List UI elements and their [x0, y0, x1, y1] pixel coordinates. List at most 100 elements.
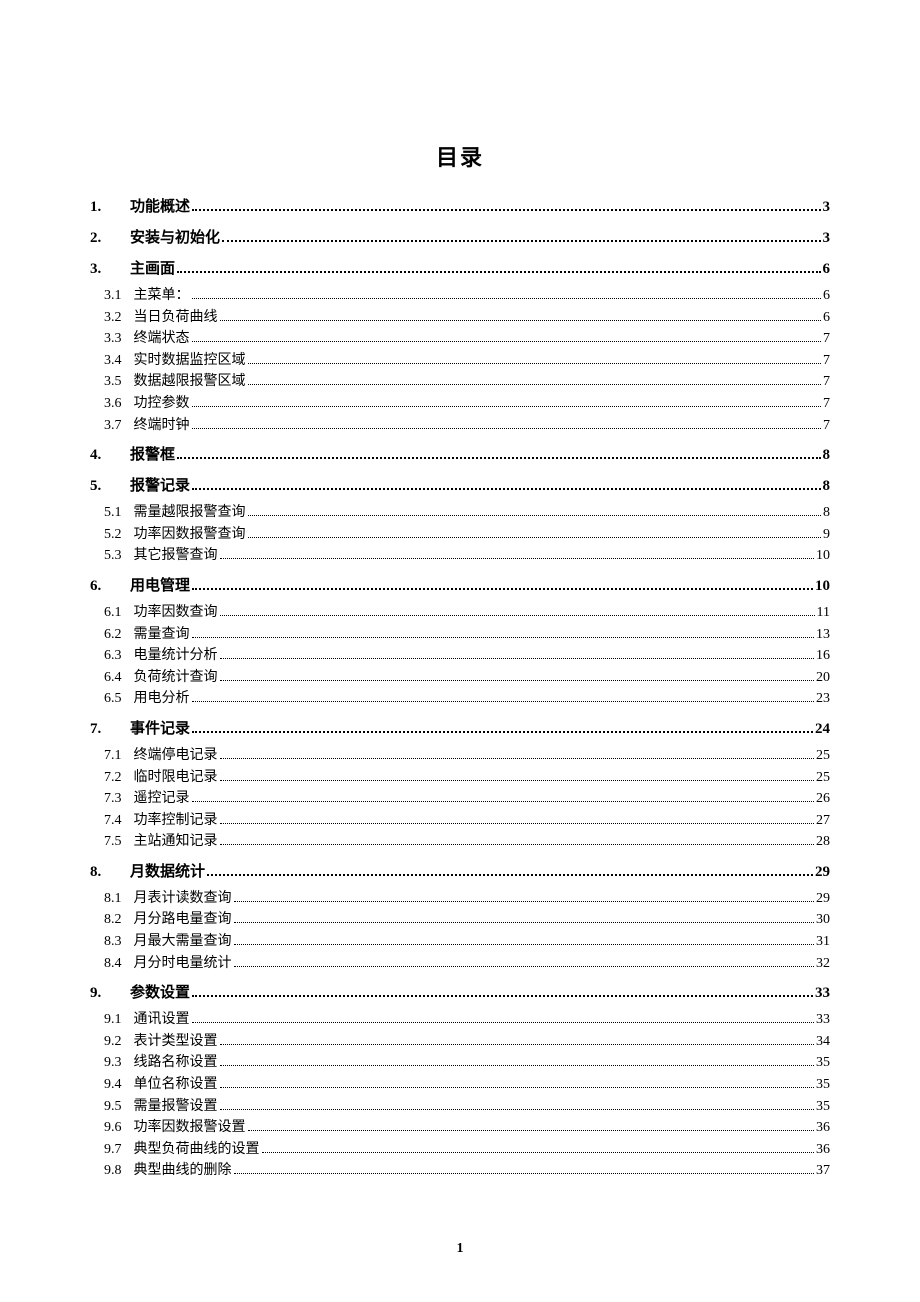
toc-leader-dots — [248, 1130, 815, 1131]
toc-entry-label: 功率因数报警查询 — [134, 525, 246, 545]
toc-leader-dots — [220, 758, 815, 759]
toc-entry-label: 通讯设置 — [134, 1010, 190, 1030]
toc-entry: 6.3电量统计分析16 — [90, 646, 830, 666]
toc-entry-number: 9.5 — [104, 1097, 122, 1117]
toc-entry: 4. 报警框 8 — [90, 445, 830, 466]
toc-subgroup: 9.1通讯设置339.2表计类型设置349.3线路名称设置359.4单位名称设置… — [90, 1010, 830, 1181]
toc-entry-page: 29 — [815, 862, 830, 883]
toc-entry-page: 33 — [816, 1010, 830, 1030]
toc-leader-dots — [248, 515, 822, 516]
toc-entry-page: 25 — [816, 768, 830, 788]
toc-entry-label: 终端时钟 — [134, 416, 190, 436]
toc-entry-page: 7 — [823, 351, 830, 371]
toc-entry-label: 功率因数查询 — [134, 603, 218, 623]
toc-leader-dots — [192, 406, 822, 407]
toc-entry-label: 终端状态 — [134, 329, 190, 349]
toc-entry-number: 6.4 — [104, 668, 122, 688]
toc-entry-number: 9.3 — [104, 1053, 122, 1073]
toc-entry-page: 25 — [816, 746, 830, 766]
toc-entry-page: 33 — [815, 983, 830, 1004]
toc-leader-dots — [192, 701, 815, 702]
toc-entry-label: 典型负荷曲线的设置 — [134, 1140, 260, 1160]
toc-entry-number: 7.3 — [104, 789, 122, 809]
page-number: 1 — [0, 1241, 920, 1257]
toc-entry-page: 6 — [823, 286, 830, 306]
toc-entry: 8.4月分时电量统计32 — [90, 954, 830, 974]
toc-leader-dots — [192, 488, 820, 490]
toc-leader-dots — [234, 966, 815, 967]
toc-entry-number: 7.1 — [104, 746, 122, 766]
toc-leader-dots — [177, 271, 820, 273]
toc-entry: 8.1月表计读数查询29 — [90, 889, 830, 909]
toc-entry-label: 功率控制记录 — [134, 811, 218, 831]
toc-entry: 7.4功率控制记录27 — [90, 811, 830, 831]
toc-entry-page: 8 — [823, 445, 831, 466]
toc-entry-label: 报警框 — [130, 445, 175, 466]
toc-entry: 5.1需量越限报警查询8 — [90, 503, 830, 523]
toc-leader-dots — [248, 537, 822, 538]
toc-leader-dots — [220, 680, 815, 681]
toc-entry-page: 11 — [817, 603, 830, 623]
toc-entry-label: 临时限电记录 — [134, 768, 218, 788]
toc-entry-number: 3.5 — [104, 372, 122, 392]
toc-entry-label: 安装与初始化 — [130, 228, 220, 249]
toc-entry-label: 月最大需量查询 — [134, 932, 232, 952]
toc-subgroup: 8.1月表计读数查询298.2月分路电量查询308.3月最大需量查询318.4月… — [90, 889, 830, 973]
toc-entry-page: 31 — [816, 932, 830, 952]
toc-entry-label: 其它报警查询 — [134, 546, 218, 566]
toc-entry-page: 9 — [823, 525, 830, 545]
toc-entry-number: 6.2 — [104, 625, 122, 645]
toc-entry-label: 用电管理 — [130, 576, 190, 597]
toc-entry-number: 7.5 — [104, 832, 122, 852]
toc-entry: 9.3线路名称设置35 — [90, 1053, 830, 1073]
toc-leader-dots — [220, 320, 822, 321]
toc-leader-dots — [262, 1152, 815, 1153]
toc-entry: 3.7终端时钟7 — [90, 416, 830, 436]
toc-entry-page: 10 — [816, 546, 830, 566]
toc-entry-number: 8.3 — [104, 932, 122, 952]
toc-entry-page: 35 — [816, 1053, 830, 1073]
toc-entry-label: 需量报警设置 — [134, 1097, 218, 1117]
toc-entry-number: 9.4 — [104, 1075, 122, 1095]
toc-entry-number: 4. — [90, 445, 118, 466]
toc-entry-page: 26 — [816, 789, 830, 809]
toc-entry-label: 当日负荷曲线 — [134, 308, 218, 328]
toc-entry-label: 数据越限报警区域 — [134, 372, 246, 392]
toc-entry-label: 月分时电量统计 — [134, 954, 232, 974]
toc-entry-number: 3.3 — [104, 329, 122, 349]
toc-entry: 7.3 遥控记录 26 — [90, 789, 830, 809]
toc-entry-number: 5. — [90, 476, 118, 497]
toc-entry-label: 终端停电记录 — [134, 746, 218, 766]
toc-leader-dots — [207, 874, 813, 876]
toc-entry: 1.功能概述3 — [90, 197, 830, 218]
toc-entry-page: 28 — [816, 832, 830, 852]
toc-leader-dots — [220, 1065, 815, 1066]
toc-subgroup: 7.1终端停电记录257.2临时限电记录257.3遥控记录267.4功率控制记录… — [90, 746, 830, 852]
toc-title: 目录 — [90, 140, 830, 172]
toc-entry: 6.4负荷统计查询20 — [90, 668, 830, 688]
toc-entry-page: 10 — [815, 576, 830, 597]
toc-entry-page: 29 — [816, 889, 830, 909]
toc-entry-page: 35 — [816, 1075, 830, 1095]
toc-entry-number: 9.2 — [104, 1032, 122, 1052]
toc-entry-label: 主站通知记录 — [134, 832, 218, 852]
toc-entry: 7.事件记录24 — [90, 719, 830, 740]
toc-leader-dots — [220, 658, 815, 659]
toc-leader-dots — [220, 615, 815, 616]
toc-entry: 3.6功控参数7 — [90, 394, 830, 414]
toc-entry-number: 9. — [90, 983, 118, 1004]
toc-entry: 9.2表计类型设置34 — [90, 1032, 830, 1052]
toc-entry-label: 表计类型设置 — [134, 1032, 218, 1052]
toc-entry: 7.5 主站通知记录 28 — [90, 832, 830, 852]
toc-entry-number: 3.2 — [104, 308, 122, 328]
toc-leader-dots — [192, 209, 820, 211]
toc-leader-dots — [192, 995, 813, 997]
toc-leader-dots — [234, 944, 815, 945]
toc-entry-number: 5.1 — [104, 503, 122, 523]
toc-entry-page: 20 — [816, 668, 830, 688]
toc-subgroup: 3.1主菜单：63.2当日负荷曲线63.3终端状态73.4实时数据监控区域73.… — [90, 286, 830, 435]
toc-entry-label: 遥控记录 — [134, 789, 190, 809]
toc-entry: 9.1通讯设置33 — [90, 1010, 830, 1030]
toc-entry-number: 9.6 — [104, 1118, 122, 1138]
toc-leader-dots — [234, 901, 815, 902]
